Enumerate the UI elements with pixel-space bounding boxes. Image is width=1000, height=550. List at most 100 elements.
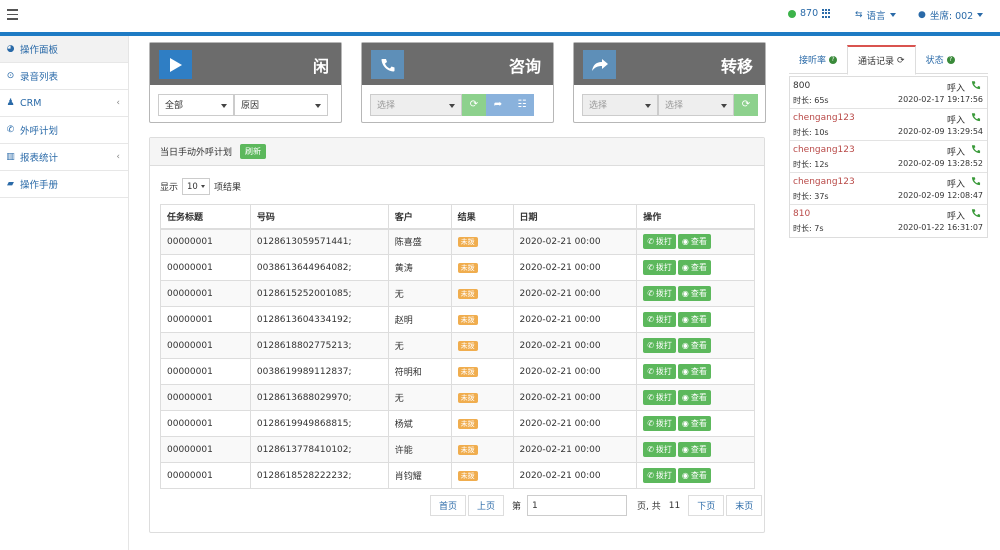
sidebar-item-manual[interactable]: ▰ 操作手册 [0, 171, 128, 198]
menu-toggle-icon[interactable] [4, 6, 20, 22]
phone-icon[interactable] [971, 112, 981, 125]
chevron-down-icon [889, 13, 896, 17]
view-button[interactable]: ◉ 查看 [677, 390, 711, 405]
transfer-type-select[interactable]: 选择 [582, 93, 658, 116]
tab-call-records[interactable]: 通话记录 ⟳ [847, 45, 916, 75]
transfer-target-select[interactable]: 选择 [658, 93, 734, 116]
sidebar-item-label: CRM [20, 97, 42, 109]
result-cell: 未拨 [450, 228, 514, 255]
first-page-button[interactable]: 首页 [430, 495, 467, 516]
phone-icon[interactable] [971, 80, 981, 93]
result-badge: 未拨 [457, 314, 478, 325]
consult-panel: 咨询 选择 ⟳ ➦ ☷ [361, 42, 554, 123]
transfer-refresh-button[interactable]: ⟳ [734, 93, 758, 116]
call-record-item[interactable]: 810 呼入 时长: 7s 2020-01-22 16:31:07 [790, 205, 987, 237]
phone-icon[interactable] [971, 208, 981, 221]
action-cell: ✆ 拨打 ◉ 查看 [636, 462, 755, 489]
task-title-cell: 00000001 [160, 384, 251, 411]
show-label: 显示 [160, 183, 179, 193]
page-length-select[interactable]: 10 [182, 178, 211, 195]
consult-target-select-value: 选择 [377, 101, 396, 111]
consult-target-select[interactable]: 选择 [370, 93, 462, 116]
action-cell: ✆ 拨打 ◉ 查看 [636, 384, 755, 411]
customer-cell: 符明和 [387, 358, 452, 385]
view-button[interactable]: ◉ 查看 [677, 468, 711, 483]
customer-cell: 陈喜盛 [387, 228, 452, 255]
call-duration: 时长: 10s [793, 128, 829, 137]
column-header[interactable]: 日期 [512, 204, 638, 230]
online-count[interactable]: 870 [788, 8, 831, 19]
column-header[interactable]: 号码 [249, 204, 389, 230]
right-tabs: 接听率 ? 通话记录 ⟳ 状态 ? [789, 45, 988, 75]
view-button[interactable]: ◉ 查看 [677, 260, 711, 275]
result-badge: 未拨 [457, 340, 478, 351]
prev-page-button[interactable]: 上页 [468, 495, 505, 516]
dial-button[interactable]: ✆ 拨打 [643, 286, 676, 301]
sidebar-item-dashboard[interactable]: ◕ 操作面板 [0, 36, 128, 63]
last-page-button[interactable]: 末页 [726, 495, 763, 516]
dial-button[interactable]: ✆ 拨打 [643, 442, 676, 457]
outbound-task-box: 当日手动外呼计划 刷新 显示 10 项结果 任务标题 号码 客户 结果 日期 操… [149, 137, 765, 533]
sidebar-item-outbound-plan[interactable]: ✆ 外呼计划 [0, 117, 128, 144]
phone-icon[interactable] [371, 50, 404, 79]
call-record-item[interactable]: chengang123 呼入 时长: 12s 2020-02-09 13:28:52 [790, 141, 987, 173]
view-button[interactable]: ◉ 查看 [677, 364, 711, 379]
date-cell: 2020-02-21 00:00 [512, 410, 638, 437]
dial-button[interactable]: ✆ 拨打 [643, 234, 676, 250]
refresh-icon: ⟳ [897, 55, 905, 66]
column-header[interactable]: 客户 [387, 204, 452, 230]
column-header[interactable]: 任务标题 [160, 204, 251, 230]
idle-panel-body: 全部 原因 [150, 85, 341, 124]
dial-button[interactable]: ✆ 拨打 [643, 390, 676, 405]
reason-select[interactable]: 原因 [234, 93, 328, 116]
call-record-item[interactable]: 800 呼入 时长: 65s 2020-02-17 19:17:56 [790, 77, 987, 109]
page-number-input[interactable]: 1 [527, 495, 628, 516]
eye-icon: ◉ [681, 393, 689, 402]
tab-status[interactable]: 状态 ? [916, 45, 965, 74]
call-record-item[interactable]: chengang123 呼入 时长: 37s 2020-02-09 12:08:47 [790, 173, 987, 205]
sidebar-item-reports[interactable]: ▥ 报表统计 ‹ [0, 144, 128, 171]
view-button[interactable]: ◉ 查看 [677, 312, 711, 327]
reason-select-value: 原因 [241, 101, 260, 111]
view-button[interactable]: ◉ 查看 [677, 338, 711, 353]
sidebar-item-crm[interactable]: ♟ CRM ‹ [0, 90, 128, 117]
refresh-button[interactable]: 刷新 [240, 144, 267, 159]
view-button[interactable]: ◉ 查看 [677, 416, 711, 431]
result-badge: 未拨 [457, 236, 478, 247]
call-number: chengang123 [793, 145, 855, 155]
result-badge: 未拨 [457, 392, 478, 403]
dial-button[interactable]: ✆ 拨打 [643, 416, 676, 431]
dial-button[interactable]: ✆ 拨打 [643, 338, 676, 353]
customer-cell: 无 [387, 384, 452, 411]
next-page-button[interactable]: 下页 [688, 495, 725, 516]
phone-icon[interactable] [971, 176, 981, 189]
phone-icon[interactable] [971, 144, 981, 157]
consult-group-button[interactable]: ☷ [510, 93, 534, 116]
sidebar-item-recordings[interactable]: ⊙ 录音列表 [0, 63, 128, 90]
tab-answer-rate[interactable]: 接听率 ? [789, 45, 847, 74]
result-cell: 未拨 [450, 306, 514, 333]
dial-button[interactable]: ✆ 拨打 [643, 468, 676, 483]
consult-forward-button[interactable]: ➦ [486, 93, 510, 116]
status-select[interactable]: 全部 [158, 93, 234, 116]
call-record-item[interactable]: chengang123 呼入 时长: 10s 2020-02-09 13:29:54 [790, 109, 987, 141]
phone-icon: ✆ [647, 445, 654, 454]
column-header[interactable]: 结果 [450, 204, 514, 230]
view-button[interactable]: ◉ 查看 [677, 286, 711, 301]
view-button[interactable]: ◉ 查看 [677, 234, 711, 250]
phone-icon: ✆ [647, 367, 654, 376]
consult-refresh-button[interactable]: ⟳ [462, 93, 486, 116]
eye-icon: ◉ [681, 445, 689, 454]
dial-button[interactable]: ✆ 拨打 [643, 312, 676, 327]
seat-menu[interactable]: ● 坐席: 002 [918, 8, 984, 22]
task-title-cell: 00000001 [160, 358, 251, 385]
view-button[interactable]: ◉ 查看 [677, 442, 711, 457]
share-icon[interactable] [583, 50, 616, 79]
consult-panel-body: 选择 ⟳ ➦ ☷ [362, 85, 553, 124]
dial-button-label: 拨打 [655, 289, 672, 298]
dial-button[interactable]: ✆ 拨打 [643, 260, 676, 275]
group-icon: ☷ [517, 99, 527, 110]
play-icon[interactable] [159, 50, 192, 79]
language-menu[interactable]: ⇆ 语言 [855, 8, 896, 22]
dial-button[interactable]: ✆ 拨打 [643, 364, 676, 379]
